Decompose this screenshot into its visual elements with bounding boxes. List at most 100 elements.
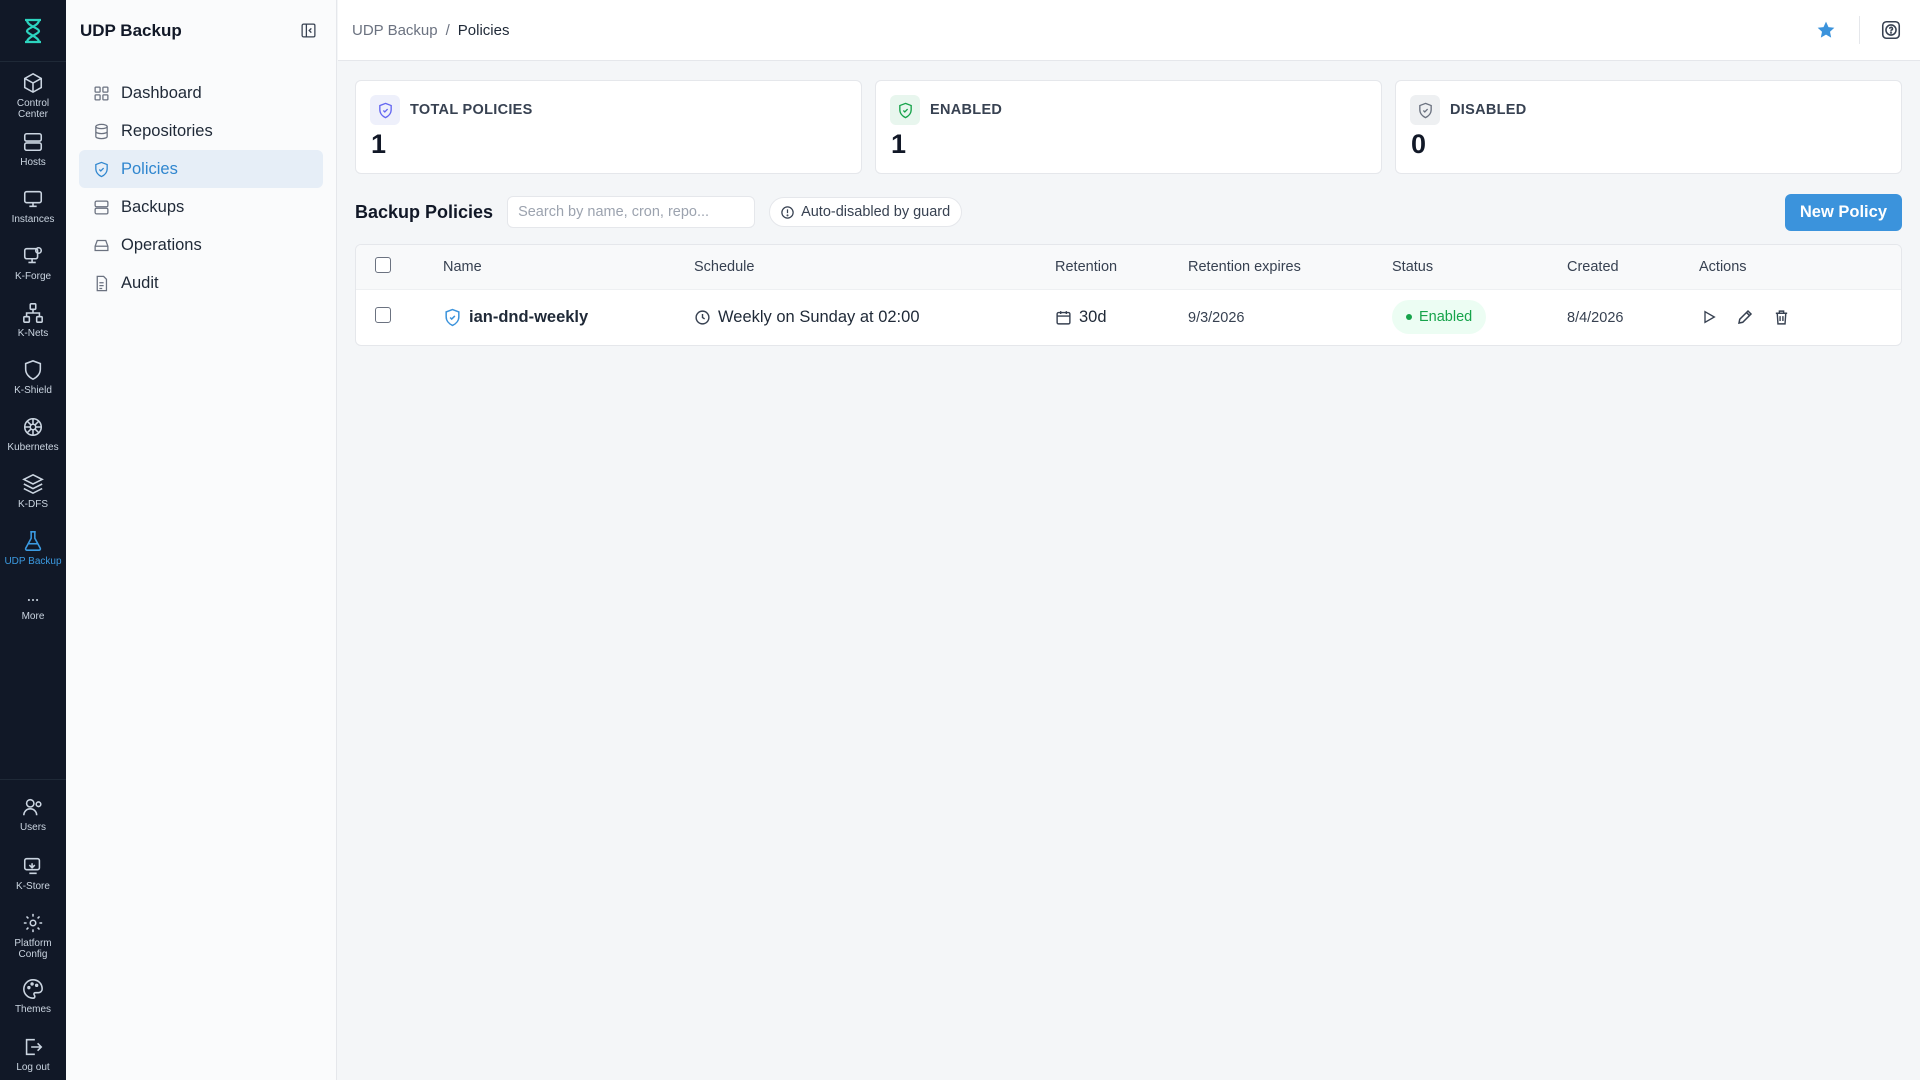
policy-name[interactable]: ian-dnd-weekly [469, 308, 588, 327]
rail-item-instances[interactable]: Instances [0, 186, 66, 243]
main-area: UDP Backup / Policies TOTAL POLICIES 1 E… [338, 0, 1920, 1080]
star-icon [1817, 21, 1835, 38]
policy-retention: 30d [1079, 307, 1107, 326]
column-header-schedule[interactable]: Schedule [694, 245, 1055, 290]
rail-item-log-out[interactable]: Log out [0, 1034, 66, 1080]
drive-icon [94, 239, 109, 251]
policy-retention-expires: 9/3/2026 [1188, 309, 1245, 326]
trash-icon [1775, 310, 1787, 325]
rail-item-hosts[interactable]: Hosts [0, 129, 66, 186]
sidebar-item-backups[interactable]: Backups [79, 188, 323, 226]
divider [1859, 16, 1860, 44]
gear-icon [23, 913, 43, 933]
sidebar-item-label: Audit [121, 273, 159, 292]
stat-value: 0 [1411, 129, 1427, 159]
edit-policy-button[interactable] [1735, 307, 1755, 327]
rail-label: K-Forge [14, 271, 52, 282]
top-actions [1811, 15, 1906, 45]
sidebar-item-audit[interactable]: Audit [79, 264, 323, 302]
help-icon [1881, 20, 1901, 40]
section-title: Backup Policies [355, 201, 494, 222]
column-header-created[interactable]: Created [1567, 245, 1699, 290]
rail-label: K-DFS [18, 499, 48, 510]
rail-item-platform-config[interactable]: Platform Config [0, 910, 66, 976]
new-policy-button[interactable]: New Policy [1784, 193, 1902, 231]
column-header-status[interactable]: Status [1392, 245, 1567, 290]
sidebar-item-operations[interactable]: Operations [79, 226, 323, 264]
favorite-button[interactable] [1811, 15, 1841, 45]
status-label: Enabled [1419, 309, 1473, 326]
calendar-icon [1056, 310, 1071, 325]
rail-item-more[interactable]: More [0, 585, 66, 642]
rail-item-udp-backup[interactable]: UDP Backup [0, 528, 66, 585]
policies-toolbar: Backup Policies Auto-disabled by guard N… [355, 193, 1902, 231]
app-rail: Control Center Hosts Instances K-Forge K… [0, 0, 66, 1080]
rail-label: Instances [11, 214, 55, 225]
sidebar-item-label: Backups [121, 197, 185, 216]
layers-icon [22, 473, 44, 495]
rail-item-k-forge[interactable]: K-Forge [0, 243, 66, 300]
content: TOTAL POLICIES 1 ENABLED 1 DISABLED 0 Ba… [338, 61, 1920, 346]
pencil-icon [1738, 310, 1753, 325]
shield-check-icon [95, 161, 108, 177]
search-input[interactable] [507, 196, 756, 228]
rail-item-k-dfs[interactable]: K-DFS [0, 471, 66, 528]
table-row[interactable]: ian-dnd-weekly Weekly on Sunday at 02:00 [356, 289, 1901, 345]
rail-label: Platform Config [14, 938, 52, 960]
help-button[interactable] [1876, 15, 1906, 45]
stat-badge [1410, 95, 1440, 125]
rail-label: K-Shield [14, 385, 52, 396]
stats-row: TOTAL POLICIES 1 ENABLED 1 DISABLED 0 [355, 80, 1902, 174]
server-icon [23, 132, 43, 152]
status-dot [1406, 314, 1412, 321]
rail-bottom: Users K-Store Platform Config Themes Log… [0, 779, 66, 1080]
sidebar-nav: Dashboard Repositories Policies Backups … [66, 61, 336, 302]
sidebar-item-dashboard[interactable]: Dashboard [79, 74, 323, 112]
monitor-icon [23, 190, 43, 208]
clock-icon [695, 310, 710, 325]
policies-table: Name Schedule Retention Retention expire… [355, 244, 1902, 346]
app-logo[interactable] [0, 0, 66, 62]
column-header-retention[interactable]: Retention [1055, 245, 1188, 290]
stat-label: TOTAL POLICIES [410, 102, 533, 118]
store-icon [23, 857, 41, 875]
run-policy-button[interactable] [1699, 307, 1719, 327]
policy-created: 8/4/2026 [1567, 309, 1624, 326]
rail-item-k-nets[interactable]: K-Nets [0, 300, 66, 357]
sidebar: UDP Backup Dashboard Repositories Polici… [66, 0, 337, 1080]
sidebar-collapse-icon [300, 23, 316, 38]
column-header-retention-expires[interactable]: Retention expires [1188, 245, 1392, 290]
row-checkbox[interactable] [375, 306, 391, 323]
sidebar-item-label: Repositories [121, 121, 213, 140]
chip-label: Auto-disabled by guard [801, 204, 951, 220]
delete-policy-button[interactable] [1771, 307, 1791, 327]
sidebar-item-label: Dashboard [121, 83, 202, 102]
stat-card-disabled: DISABLED 0 [1395, 80, 1902, 174]
users-icon [23, 798, 42, 816]
rail-item-k-store[interactable]: K-Store [0, 853, 66, 910]
sidebar-item-label: Operations [121, 235, 202, 254]
shield-check-icon [445, 308, 460, 326]
breadcrumb-current: Policies [457, 21, 510, 39]
select-all-checkbox[interactable] [375, 256, 391, 273]
rail-item-themes[interactable]: Themes [0, 976, 66, 1034]
breadcrumb-separator: / [445, 21, 450, 39]
rail-label: K-Nets [17, 328, 49, 339]
collapse-sidebar-button[interactable] [298, 21, 318, 41]
auto-disabled-filter-chip[interactable]: Auto-disabled by guard [769, 197, 963, 227]
rail-item-kubernetes[interactable]: Kubernetes [0, 414, 66, 471]
rail-item-users[interactable]: Users [0, 796, 66, 853]
sidebar-item-repositories[interactable]: Repositories [79, 112, 323, 150]
stat-card-enabled: ENABLED 1 [875, 80, 1382, 174]
stat-label: ENABLED [930, 102, 1003, 118]
rail-label: More [21, 611, 45, 622]
grid-icon [94, 85, 109, 101]
column-header-name[interactable]: Name [443, 245, 694, 290]
sidebar-item-policies[interactable]: Policies [79, 150, 323, 188]
shield-check-icon [1418, 102, 1432, 118]
shield-icon [24, 360, 42, 381]
breadcrumb-parent[interactable]: UDP Backup [352, 22, 438, 39]
document-icon [96, 275, 108, 291]
rail-item-k-shield[interactable]: K-Shield [0, 357, 66, 414]
rail-item-control-center[interactable]: Control Center [0, 72, 66, 129]
